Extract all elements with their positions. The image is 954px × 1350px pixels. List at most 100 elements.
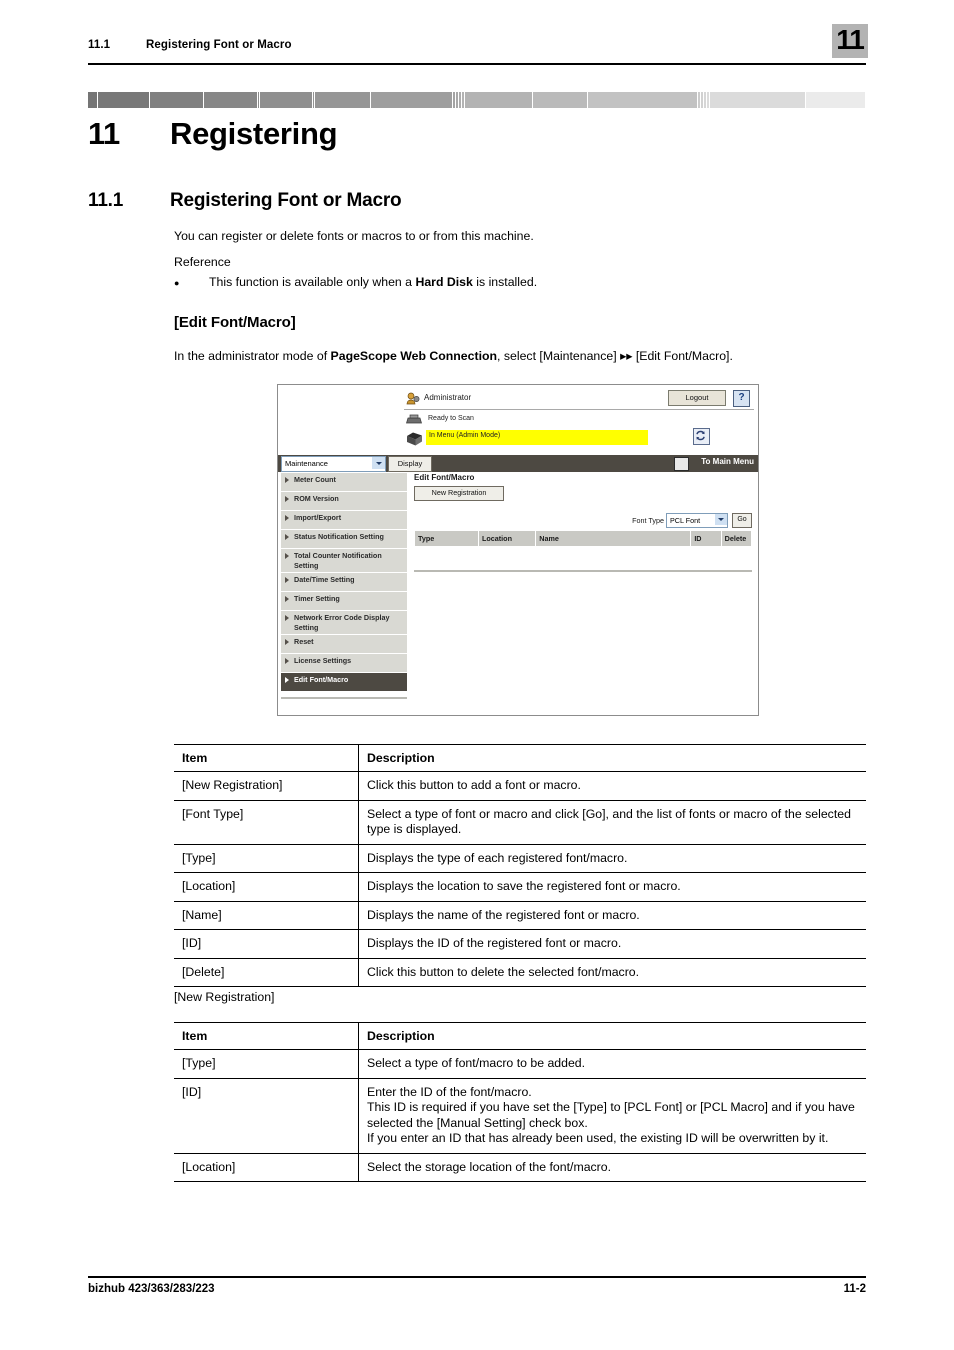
chapter-badge: 11 xyxy=(832,24,868,58)
sidebar-item-reset[interactable]: Reset xyxy=(281,635,407,654)
subsection-heading: [Edit Font/Macro] xyxy=(174,314,296,331)
table-cell-item: [Font Type] xyxy=(174,800,359,845)
font-list-header-row: Type Location Name ID Delete xyxy=(413,530,753,547)
gradient-segment xyxy=(315,92,370,108)
table-row: [ID] Displays the ID of the registered fo… xyxy=(174,929,866,959)
chevron-right-icon xyxy=(285,658,289,664)
table-cell-description: Enter the ID of the font/macro. This ID i… xyxy=(358,1078,866,1154)
table-row: [Location] Select the storage location of… xyxy=(174,1153,866,1182)
table-row: [Location] Displays the location to save … xyxy=(174,872,866,902)
section-heading: 11.1 Registering Font or Macro xyxy=(88,190,866,216)
table-cell-item: [Type] xyxy=(174,1049,359,1079)
sidebar-item-timer-setting[interactable]: Timer Setting xyxy=(281,592,407,611)
sidebar-item-total-counter-notification-setting[interactable]: Total Counter Notification Setting xyxy=(281,549,407,573)
font-type-select-value: PCL Font xyxy=(670,516,701,525)
chapter-number: 11 xyxy=(88,116,120,151)
gradient-segment xyxy=(462,92,464,108)
reference-bullet-item: ● This function is available only when a… xyxy=(174,274,866,290)
sidebar-item-label: Date/Time Setting xyxy=(294,575,355,584)
sidebar-item-edit-font-macro[interactable]: Edit Font/Macro xyxy=(281,673,407,692)
new-registration-button[interactable]: New Registration xyxy=(414,486,504,501)
screenshot-sidebar-nav: Meter Count ROM Version Import/Export Statu… xyxy=(281,473,407,699)
screenshot-admin-bar: Administrator Logout ? xyxy=(404,390,754,410)
new-registration-caption: [New Registration] xyxy=(174,990,275,1004)
sidebar-item-label: Meter Count xyxy=(294,475,336,484)
bullet-dot-icon: ● xyxy=(174,278,180,288)
font-list-table: Type Location Name ID Delete xyxy=(413,530,753,562)
section-number: 11.1 xyxy=(88,190,124,211)
table2-header-item: Item xyxy=(174,1022,359,1050)
sidebar-item-label: License Settings xyxy=(294,656,352,665)
sidebar-item-status-notification-setting[interactable]: Status Notification Setting xyxy=(281,530,407,549)
go-button[interactable]: Go xyxy=(732,513,752,528)
decorative-gradient-bar xyxy=(88,92,866,108)
screenshot-status-ready-row: Ready to Scan xyxy=(404,413,754,429)
sidebar-item-label: ROM Version xyxy=(294,494,339,503)
gradient-segment xyxy=(701,92,703,108)
printer-menu-icon xyxy=(407,432,422,446)
gradient-segment xyxy=(313,92,314,108)
table-cell-description: Select the storage location of the font/… xyxy=(358,1153,866,1182)
chevron-right-icon xyxy=(285,639,289,645)
page-header: 11.1 Registering Font or Macro 11 xyxy=(88,24,868,66)
sidebar-item-label: Timer Setting xyxy=(294,594,340,603)
sidebar-item-rom-version[interactable]: ROM Version xyxy=(281,492,407,511)
gradient-segment xyxy=(698,92,700,108)
table-cell-description: Displays the name of the registered font… xyxy=(358,901,866,930)
table-cell-description: Select a type of font/macro to be added. xyxy=(358,1049,866,1079)
font-type-select[interactable]: PCL Font xyxy=(666,513,728,528)
table-row: [ID] Enter the ID of the font/macro. This … xyxy=(174,1078,866,1154)
help-icon[interactable]: ? xyxy=(733,390,750,407)
font-type-row: Font Type PCL Font Go xyxy=(414,513,752,528)
gradient-segment xyxy=(98,92,149,108)
font-type-label: Font Type xyxy=(632,516,664,525)
table-cell-description: Displays the type of each registered fon… xyxy=(358,844,866,873)
sidebar-item-date-time-setting[interactable]: Date/Time Setting xyxy=(281,573,407,592)
table-header-row: Item Description xyxy=(174,1022,866,1050)
footer-model: bizhub 423/363/283/223 xyxy=(88,1283,215,1295)
admin-mode-paragraph: In the administrator mode of PageScope W… xyxy=(174,348,866,364)
sidebar-item-import-export[interactable]: Import/Export xyxy=(281,511,407,530)
table2-header-description: Description xyxy=(358,1022,866,1050)
footer-rule xyxy=(88,1276,866,1278)
gradient-segment xyxy=(88,92,97,108)
sidebar-item-meter-count[interactable]: Meter Count xyxy=(281,473,407,492)
main-menu-icon xyxy=(674,457,689,471)
sidebar-item-label: Edit Font/Macro xyxy=(294,675,349,684)
logout-button[interactable]: Logout xyxy=(668,390,726,406)
bullet-text-suffix: is installed. xyxy=(472,275,538,289)
chevron-right-icon xyxy=(285,577,289,583)
table-cell-item: [Delete] xyxy=(174,958,359,987)
font-list-empty-row xyxy=(414,546,752,562)
chevron-right-icon xyxy=(285,596,289,602)
display-button[interactable]: Display xyxy=(388,456,432,472)
sidebar-item-network-error-code-display-setting[interactable]: Network Error Code Display Setting xyxy=(281,611,407,635)
admin-paragraph-bold: PageScope Web Connection xyxy=(330,349,498,363)
section-title: Registering Font or Macro xyxy=(170,190,402,211)
table-row: [Font Type] Select a type of font or macr… xyxy=(174,800,866,845)
table-header-row: Item Description xyxy=(174,744,866,772)
table-row: [Type] Displays the type of each register… xyxy=(174,844,866,873)
font-list-col-id: ID xyxy=(690,530,722,547)
category-select[interactable]: Maintenance xyxy=(281,456,386,472)
gradient-segment xyxy=(588,92,697,108)
sidebar-item-label: Reset xyxy=(294,637,314,646)
chevron-right-icon xyxy=(285,615,289,621)
to-main-menu-link[interactable]: To Main Menu xyxy=(701,457,754,466)
sidebar-item-license-settings[interactable]: License Settings xyxy=(281,654,407,673)
gradient-segment xyxy=(260,92,312,108)
table-row: [Delete] Click this button to delete the … xyxy=(174,958,866,987)
admin-paragraph-prefix: In the administrator mode of xyxy=(174,349,331,363)
chapter-title-text: Registering xyxy=(170,116,338,151)
chapter-title: 11 Registering xyxy=(88,116,866,156)
status-ready-label: Ready to Scan xyxy=(428,415,474,422)
sidebar-item-label: Total Counter Notification Setting xyxy=(294,551,382,570)
refresh-icon[interactable] xyxy=(693,428,710,445)
chevron-down-icon xyxy=(715,514,727,525)
bullet-text-prefix: This function is available only when a xyxy=(209,275,416,289)
sidebar-item-label: Import/Export xyxy=(294,513,342,522)
gradient-segment xyxy=(258,92,259,108)
screenshot-toolbar: Maintenance Display To Main Menu xyxy=(278,455,758,472)
refresh-glyph xyxy=(696,430,705,441)
printer-icon xyxy=(406,414,422,424)
